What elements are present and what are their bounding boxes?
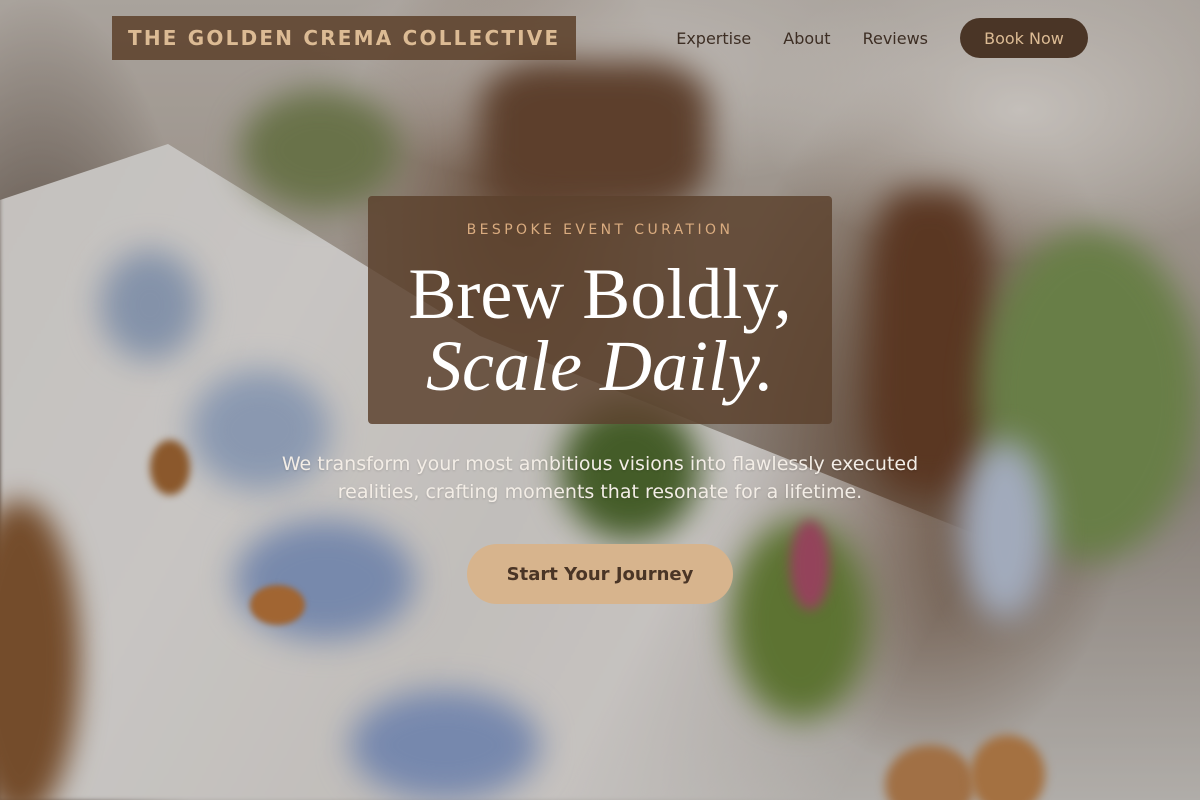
start-journey-button[interactable]: Start Your Journey bbox=[467, 544, 733, 604]
brand-logo[interactable]: THE GOLDEN CREMA COLLECTIVE bbox=[112, 16, 577, 60]
nav-link-about[interactable]: About bbox=[783, 29, 830, 48]
hero-headline-line2: Scale Daily. bbox=[426, 326, 774, 406]
hero-section: THE GOLDEN CREMA COLLECTIVE Expertise Ab… bbox=[0, 0, 1200, 800]
main-nav: Expertise About Reviews Book Now bbox=[676, 18, 1088, 58]
hero-eyebrow: BESPOKE EVENT CURATION bbox=[466, 222, 734, 238]
brand-name: THE GOLDEN CREMA COLLECTIVE bbox=[128, 26, 561, 50]
nav-link-expertise[interactable]: Expertise bbox=[676, 29, 751, 48]
book-now-button[interactable]: Book Now bbox=[960, 18, 1088, 58]
hero-subtitle: We transform your most ambitious visions… bbox=[281, 453, 919, 503]
nav-link-reviews[interactable]: Reviews bbox=[863, 29, 928, 48]
